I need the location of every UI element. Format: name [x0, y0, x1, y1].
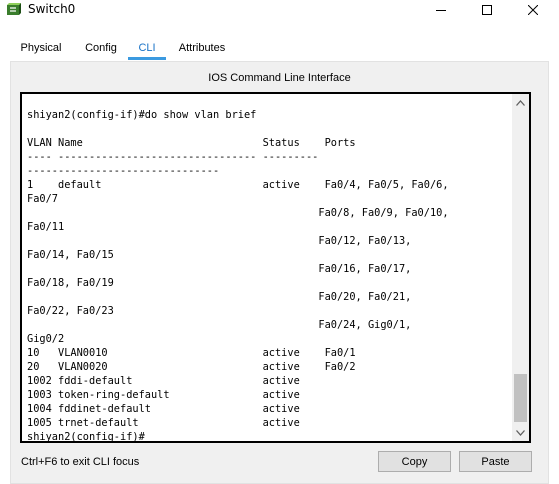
panel-caption: IOS Command Line Interface: [208, 72, 351, 84]
tab-physical[interactable]: Physical: [12, 40, 70, 60]
console-line: ---- -------------------------------- --…: [27, 151, 319, 163]
console-line: 1002 fddi-default active: [27, 375, 300, 387]
console-line: -------------------------------: [27, 165, 220, 177]
maximize-icon: [482, 5, 492, 15]
console-output[interactable]: shiyan2(config-if)#do show vlan brief VL…: [27, 108, 507, 443]
tab-config[interactable]: Config: [78, 40, 124, 60]
minimize-icon: [436, 10, 446, 11]
console-line: 10 VLAN0010 active Fa0/1: [27, 347, 356, 359]
switch-app-icon: [6, 2, 22, 18]
cli-console[interactable]: shiyan2(config-if)#do show vlan brief VL…: [20, 92, 531, 443]
console-line: Fa0/20, Fa0/21,: [27, 291, 412, 303]
focus-hint: Ctrl+F6 to exit CLI focus: [21, 456, 140, 468]
console-line: Fa0/24, Gig0/1,: [27, 319, 412, 331]
console-line: Fa0/12, Fa0/13,: [27, 235, 412, 247]
console-line: Fa0/16, Fa0/17,: [27, 263, 412, 275]
console-line: 1003 token-ring-default active: [27, 389, 300, 401]
close-icon: [528, 5, 538, 15]
console-line: Fa0/18, Fa0/19: [27, 277, 114, 289]
console-line: Fa0/22, Fa0/23: [27, 305, 114, 317]
scroll-up-button[interactable]: [512, 94, 529, 111]
console-scrollbar[interactable]: [512, 94, 529, 441]
window-title: Switch0: [28, 2, 76, 16]
console-line: 1 default active Fa0/4, Fa0/5, Fa0/6,: [27, 179, 449, 191]
scroll-down-button[interactable]: [512, 424, 529, 441]
console-line: Gig0/2: [27, 333, 65, 345]
console-line: Fa0/8, Fa0/9, Fa0/10,: [27, 207, 449, 219]
scrollbar-thumb[interactable]: [514, 374, 527, 422]
console-line: 20 VLAN0020 active Fa0/2: [27, 361, 356, 373]
copy-button[interactable]: Copy: [378, 451, 451, 472]
console-line: Fa0/7: [27, 193, 58, 205]
chevron-down-icon: [516, 429, 525, 436]
console-line: Fa0/11: [27, 221, 65, 233]
console-line: 1005 trnet-default active: [27, 417, 300, 429]
close-button[interactable]: [510, 0, 556, 20]
chevron-up-icon: [516, 99, 525, 106]
tab-strip: Physical Config CLI Attributes: [0, 20, 559, 60]
console-line: VLAN Name Status Ports: [27, 137, 356, 149]
paste-button[interactable]: Paste: [459, 451, 532, 472]
maximize-button[interactable]: [464, 0, 510, 20]
tab-cli[interactable]: CLI: [128, 40, 166, 60]
console-line: shiyan2(config-if)#: [27, 431, 145, 443]
title-bar: Switch0: [0, 0, 559, 20]
tab-attributes[interactable]: Attributes: [170, 40, 234, 60]
console-line: 1004 fddinet-default active: [27, 403, 300, 415]
minimize-button[interactable]: [418, 0, 464, 20]
console-line: shiyan2(config-if)#do show vlan brief: [27, 109, 257, 121]
console-line: Fa0/14, Fa0/15: [27, 249, 114, 261]
